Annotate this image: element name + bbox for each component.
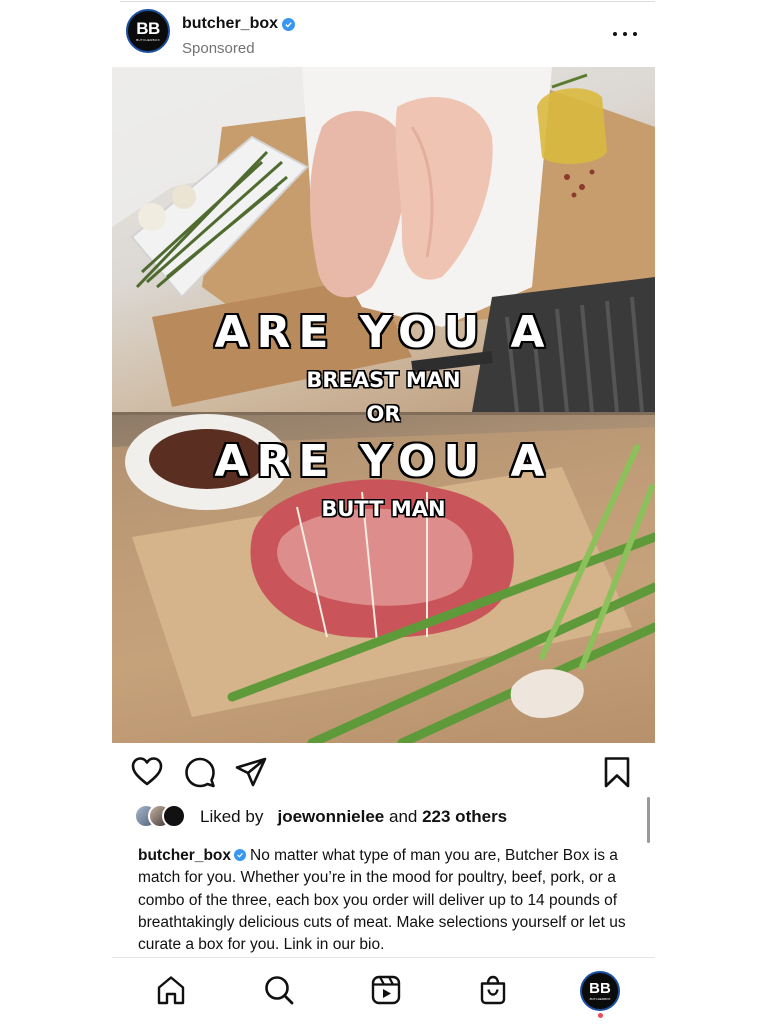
comment-icon[interactable]	[183, 755, 217, 789]
verified-badge-icon	[282, 18, 295, 31]
like-heart-icon[interactable]	[130, 755, 164, 789]
more-options-icon[interactable]	[613, 24, 637, 44]
notification-dot	[598, 1013, 603, 1018]
likes-text: Liked by joewonnielee and 223 others	[200, 807, 507, 827]
likes-user[interactable]: joewonnielee	[278, 807, 385, 826]
post-actions	[112, 755, 655, 791]
overlay-line-4: ARE YOU A	[214, 436, 553, 487]
reels-icon[interactable]	[370, 974, 402, 1006]
overlay-line-5: BUTT MAN	[321, 497, 446, 521]
avatar-logo-subtext: BUTCHERBOX	[136, 38, 160, 42]
post-image[interactable]: ARE YOU A BREAST MAN OR ARE YOU A BUTT M…	[112, 67, 655, 743]
liker-avatars	[134, 804, 194, 830]
profile-avatar[interactable]: BB BUTCHERBOX	[580, 971, 620, 1011]
verified-badge-icon	[234, 849, 247, 861]
liker-avatar	[162, 804, 186, 828]
bottom-navigation: BB BUTCHERBOX	[112, 966, 655, 1018]
profile-logo-text: BB	[589, 980, 611, 997]
top-divider	[120, 1, 655, 2]
caption-username[interactable]: butcher_box	[138, 847, 231, 864]
post-caption: butcher_box No matter what type of man yo…	[138, 845, 638, 956]
share-send-icon[interactable]	[234, 755, 268, 789]
shop-icon[interactable]	[477, 974, 509, 1006]
scrollbar[interactable]	[647, 797, 650, 843]
account-avatar[interactable]: BB BUTCHERBOX	[126, 9, 170, 53]
overlay-line-3: OR	[366, 402, 401, 426]
nav-divider	[112, 957, 655, 958]
likes-middle: and	[388, 807, 418, 826]
home-icon[interactable]	[155, 974, 187, 1006]
profile-logo-subtext: BUTCHERBOX	[589, 997, 611, 1001]
likes-row[interactable]: Liked by joewonnielee and 223 others	[134, 803, 634, 831]
save-bookmark-icon[interactable]	[600, 755, 634, 789]
overlay-line-1: ARE YOU A	[214, 307, 553, 358]
post-header: BB BUTCHERBOX butcher_box Sponsored	[112, 4, 655, 66]
sponsored-label: Sponsored	[182, 40, 255, 57]
search-icon[interactable]	[263, 974, 295, 1006]
overlay-line-2: BREAST MAN	[306, 368, 461, 392]
likes-prefix: Liked by	[200, 807, 264, 826]
account-username[interactable]: butcher_box	[182, 15, 278, 33]
instagram-post: BB BUTCHERBOX butcher_box Sponsored ARE …	[112, 0, 655, 1024]
likes-count[interactable]: 223 others	[422, 807, 507, 826]
avatar-logo-text: BB	[136, 19, 160, 38]
